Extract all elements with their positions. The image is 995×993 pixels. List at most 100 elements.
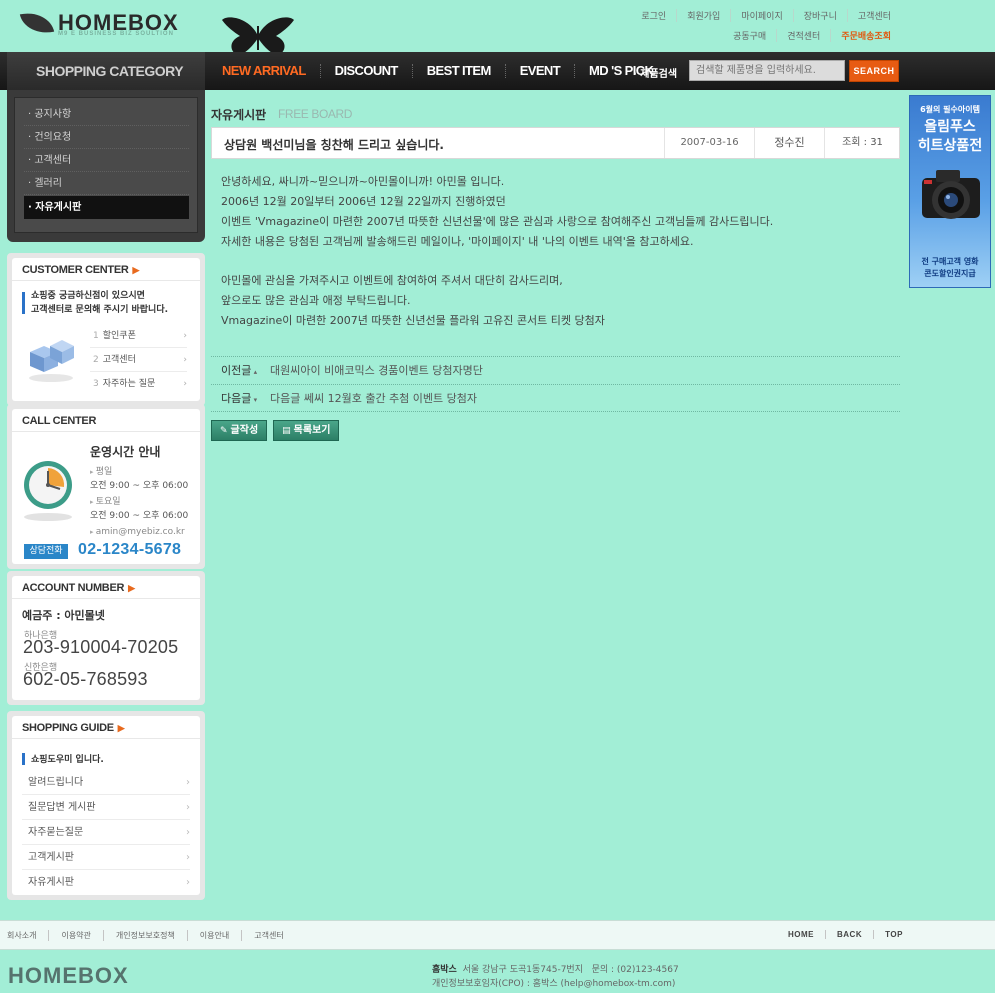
footer-link-guide[interactable]: 이용안내 [186,930,241,941]
category-item-freeboard[interactable]: 자유게시판 [24,196,189,219]
search-input[interactable] [689,60,845,81]
footer-logo: HOMEBOX [8,963,129,988]
next-post-row[interactable]: 다음글 다음글 쎄씨 12월호 출간 추첨 이벤트 당첨자 [211,384,900,412]
chevron-right-icon: › [186,877,190,888]
footer-link-terms[interactable]: 이용약관 [48,930,102,941]
banner-title: 올림푸스 히트상품전 [910,118,990,156]
cubes-icon [29,340,74,382]
guide-item-label: 알려드립니다 [28,777,84,788]
join-link[interactable]: 회원가입 [676,9,730,22]
post-body-line: Vmagazine이 마련한 2007년 따뜻한 신년선물 플라워 고유진 콘서… [221,314,605,327]
footer-nav: HOME BACK TOP [788,930,914,939]
post-body-line: 이벤트 'Vmagazine이 마련한 2007년 따뜻한 신년선물'에 많은 … [221,215,774,228]
top-links-secondary: 공동구매 견적센터 주문배송조회 [723,29,901,42]
next-post-label: 다음글 [211,385,260,411]
estimate-link[interactable]: 견적센터 [776,29,830,42]
cart-link[interactable]: 장바구니 [792,9,847,22]
footer-link-about[interactable]: 회사소개 [0,930,48,941]
account-number-2: 602-05-768593 [23,669,148,689]
guide-item-label: 고객게시판 [28,852,74,863]
banner-bottom-line2: 콘도할인권지급 [924,269,976,278]
call-hours: 평일 오전 9:00 ~ 오후 06:00 토요일 오전 9:00 ~ 오후 0… [90,465,188,539]
banner-title-line1: 올림푸스 [924,119,976,135]
post-hits: 조회 : 31 [824,128,900,158]
guide-item-faq[interactable]: 자주묻는질문 › [22,820,190,845]
company-cpo: 개인정보보호임자(CPO) : 홈박스 (help@homebox-tm.com… [432,979,676,989]
chevron-right-icon: › [186,802,190,813]
logo-subtitle: M9 E BUSINESS BIZ SOULTION [58,31,174,37]
call-heading: 운영시간 안내 [90,445,161,459]
link-number: 1 [93,331,99,341]
chevron-right-icon: › [183,355,187,365]
customer-center-title-text: CUSTOMER CENTER [22,264,129,276]
email-link[interactable]: amin@myebiz.co.kr [90,525,188,539]
guide-item-customer-board[interactable]: 고객게시판 › [22,845,190,870]
call-center-title: CALL CENTER [22,415,96,427]
post-body: 안녕하세요, 싸니까~믿으니까~아민몰이니까! 아민몰 입니다. 2006년 1… [221,172,891,331]
link-coupon[interactable]: 1 할인쿠폰 › [90,324,187,348]
arrow-right-icon: ▶ [117,723,125,733]
saturday-label: 토요일 [90,495,188,509]
nav-best-item[interactable]: BEST ITEM [411,64,505,78]
nav-event[interactable]: EVENT [504,64,574,78]
category-item-notice[interactable]: 공지사항 [24,103,189,126]
nav-new-arrival[interactable]: NEW ARRIVAL [222,64,320,78]
company-phone: 문의 : (02)123-4567 [591,965,679,975]
customer-center-box: CUSTOMER CENTER ▶ 쇼핑중 궁금하신점이 있으시면 고객센터로 문… [7,253,205,406]
next-post-title[interactable]: 다음글 쎄씨 12월호 출간 추첨 이벤트 당첨자 [260,385,477,411]
login-link[interactable]: 로그인 [631,9,676,22]
category-item-gallery[interactable]: 겔러리 [24,172,189,195]
account-number-1: 203-910004-70205 [23,637,179,657]
account-number-box: ACCOUNT NUMBER ▶ 예금주 : 아민몰넷 하나은행 203-9100… [7,571,205,705]
group-buy-link[interactable]: 공동구매 [723,29,776,42]
mypage-link[interactable]: 마이페이지 [730,9,792,22]
category-item-suggestion[interactable]: 건의요청 [24,126,189,149]
footer-links: 회사소개 이용약관 개인정보보호정책 이용안내 고객센터 [0,930,296,941]
list-button[interactable]: ▤ 목록보기 [273,420,340,441]
guide-text: 쇼핑도우미 입니다. [31,755,104,765]
search-label: · 제품검색 [633,69,678,80]
banner-top-text: 6월의 필수아이템 [920,105,980,114]
customer-text-line2: 고객센터로 문의해 주시기 바랍니다. [31,305,169,315]
guide-list: 알려드립니다 › 질문답변 게시판 › 자주묻는질문 › 고객게시판 › 자유게시판 › [22,770,190,895]
footer-home-link[interactable]: HOME [788,930,825,939]
order-tracking-link[interactable]: 주문배송조회 [830,29,901,42]
customer-center-inner: CUSTOMER CENTER ▶ 쇼핑중 궁금하신점이 있으시면 고객센터로 문… [12,258,200,401]
nav-discount[interactable]: DISCOUNT [319,64,412,78]
footer-top-link[interactable]: TOP [873,930,914,939]
post-date: 2007-03-16 [664,128,754,158]
guide-item-qna[interactable]: 질문답변 게시판 › [22,795,190,820]
footer-back-link[interactable]: BACK [825,930,873,939]
olympus-banner[interactable]: 6월의 필수아이템 올림푸스 히트상품전 전 구매고객 영화 콘도할인권지급 [909,95,991,288]
post-subject: 상담원 백선미님을 칭찬해 드리고 싶습니다. [224,138,444,152]
guide-item-notice[interactable]: 알려드립니다 › [22,770,190,795]
guide-title[interactable]: SHOPPING GUIDE ▶ [22,722,125,734]
chevron-right-icon: › [183,331,187,341]
divider [12,598,200,599]
search-button[interactable]: SEARCH [849,60,899,82]
write-button[interactable]: ✎ 글작성 [211,420,268,441]
saturday-time: 오전 9:00 ~ 오후 06:00 [90,511,189,521]
footer-link-customer[interactable]: 고객센터 [241,930,295,941]
customer-center-title[interactable]: CUSTOMER CENTER ▶ [22,264,139,276]
link-customer-center[interactable]: 2 고객센터 › [90,348,187,372]
guide-item-free-board[interactable]: 자유게시판 › [22,870,190,895]
list-icon: ▤ [282,426,291,436]
shopping-guide-box: SHOPPING GUIDE ▶ 쇼핑도우미 입니다. 알려드립니다 › 질문답변 … [7,711,205,900]
arrow-right-icon: ▶ [128,583,135,593]
customer-center-link[interactable]: 고객센터 [846,9,901,22]
prev-post-row[interactable]: 이전글 대원씨아이 비애코믹스 경품이벤트 당첨자명단 [211,356,900,384]
prev-post-title[interactable]: 대원씨아이 비애코믹스 경품이벤트 당첨자명단 [260,357,483,384]
category-item-customer[interactable]: 고객센터 [24,149,189,172]
header: HOMEBOX M9 E BUSINESS BIZ SOULTION 로그인 회… [0,0,995,56]
post-body-line: 앞으로도 많은 관심과 애정 부탁드립니다. [221,294,411,307]
account-title[interactable]: ACCOUNT NUMBER ▶ [22,582,135,594]
footer-link-privacy[interactable]: 개인정보보호정책 [102,930,187,941]
link-faq[interactable]: 3 자주하는 질문 › [90,372,187,396]
divider [12,431,200,432]
post-body-line: 2006년 12월 20일부터 2006년 12월 22일까지 진행하였던 [221,195,506,208]
list-button-label: 목록보기 [293,425,331,436]
arrow-right-icon: ▶ [132,265,140,275]
call-center-inner: CALL CENTER 운영시간 안내 평일 오전 9:00 ~ 오후 06:0… [12,409,200,564]
